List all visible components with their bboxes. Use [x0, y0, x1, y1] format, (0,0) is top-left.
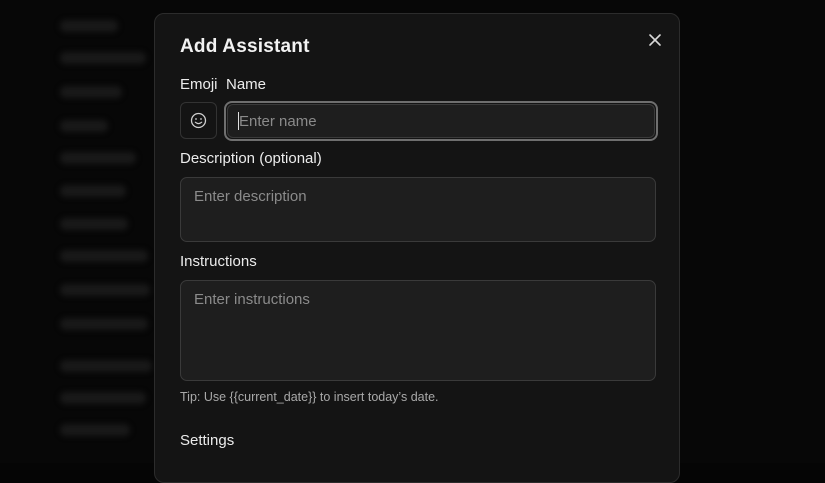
instructions-input[interactable]: [180, 280, 656, 381]
background-sidebar-item: [60, 424, 130, 436]
emoji-picker-button[interactable]: [180, 102, 217, 139]
add-assistant-dialog: Add Assistant Emoji Name Description (op…: [154, 13, 680, 483]
background-sidebar-item: [60, 284, 150, 296]
description-input[interactable]: [180, 177, 656, 242]
close-button[interactable]: [645, 30, 665, 50]
background-sidebar-item: [60, 392, 146, 404]
name-input[interactable]: [227, 104, 655, 138]
background-sidebar-item: [60, 120, 108, 132]
background-sidebar-item: [60, 250, 148, 262]
smiley-face-icon: [190, 112, 207, 129]
instructions-label: Instructions: [180, 253, 257, 270]
emoji-label: Emoji: [180, 76, 218, 93]
background-sidebar-item: [60, 20, 118, 32]
instructions-tip: Tip: Use {{current_date}} to insert toda…: [180, 390, 439, 404]
background-sidebar-item: [60, 52, 146, 64]
name-label: Name: [226, 76, 267, 93]
background-sidebar-item: [60, 86, 122, 98]
name-field-focus-ring: [224, 101, 658, 141]
close-icon: [649, 34, 661, 46]
background-sidebar-item: [60, 318, 148, 330]
text-caret: [238, 112, 239, 130]
background-sidebar-item: [60, 218, 128, 230]
background-sidebar-item: [60, 185, 126, 197]
background-sidebar-item: [60, 152, 136, 164]
description-label: Description (optional): [180, 150, 322, 167]
background-sidebar-item: [60, 360, 152, 372]
dialog-title: Add Assistant: [180, 36, 310, 57]
settings-heading: Settings: [180, 432, 235, 449]
